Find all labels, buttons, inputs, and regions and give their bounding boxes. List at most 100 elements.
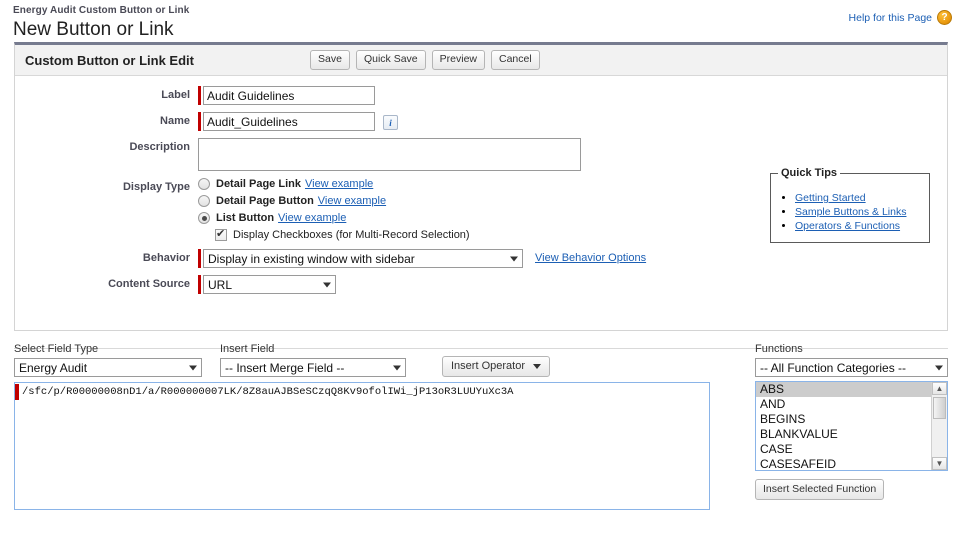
list-item[interactable]: BEGINS <box>756 412 931 427</box>
name-row: Name i <box>15 112 947 131</box>
functions-scrollbar[interactable]: ▲ ▼ <box>931 382 947 470</box>
radio-icon[interactable] <box>198 178 210 190</box>
help-for-this-page[interactable]: Help for this Page ? <box>849 10 952 25</box>
quick-save-button[interactable]: Quick Save <box>355 50 426 70</box>
radio-icon-selected[interactable] <box>198 212 210 224</box>
question-mark-icon[interactable]: ? <box>937 10 952 25</box>
save-button[interactable]: Save <box>310 50 350 70</box>
panel-title: Custom Button or Link Edit <box>25 52 194 68</box>
scrollbar-thumb[interactable] <box>933 397 946 419</box>
list-item[interactable]: BLANKVALUE <box>756 427 931 442</box>
radio-label: List Button <box>216 212 275 224</box>
description-field-wrap <box>198 138 581 171</box>
insert-merge-field-select[interactable]: -- Insert Merge Field -- <box>220 358 406 377</box>
checkbox-icon[interactable] <box>215 228 227 241</box>
view-behavior-options-link[interactable]: View Behavior Options <box>535 249 646 264</box>
functions-panel: Functions -- All Function Categories -- … <box>755 343 948 500</box>
field-type-selected-value: Energy Audit <box>19 360 88 375</box>
radio-option-list-button[interactable]: List Button View example <box>198 212 470 224</box>
insert-field-label: Insert Field <box>220 343 275 355</box>
quick-tips-box: Quick Tips Getting Started Sample Button… <box>770 167 930 243</box>
content-source-select[interactable]: URL <box>203 275 336 294</box>
display-type-options: Detail Page Link View example Detail Pag… <box>198 178 470 241</box>
formula-editor-section: Select Field Type Energy Audit Insert Fi… <box>14 343 948 523</box>
info-icon[interactable]: i <box>383 115 398 130</box>
behavior-select[interactable]: Display in existing window with sidebar <box>203 249 523 268</box>
preview-button[interactable]: Preview <box>431 50 485 70</box>
help-link[interactable]: Help for this Page <box>849 12 932 24</box>
insert-selected-function-button[interactable]: Insert Selected Function <box>755 479 885 500</box>
chevron-down-icon <box>189 365 197 370</box>
field-type-select[interactable]: Energy Audit <box>14 358 202 377</box>
radio-icon[interactable] <box>198 195 210 207</box>
view-example-link[interactable]: View example <box>318 195 386 207</box>
page-header: Energy Audit Custom Button or Link New B… <box>0 0 962 42</box>
quick-tip-link-sample-buttons[interactable]: Sample Buttons & Links <box>795 206 906 218</box>
view-example-link[interactable]: View example <box>305 178 373 190</box>
label-field-label: Label <box>161 89 190 101</box>
content-source-row: Content Source URL <box>15 275 947 294</box>
select-field-type-group: Select Field Type Energy Audit <box>14 343 202 377</box>
scroll-down-icon[interactable]: ▼ <box>932 457 947 470</box>
radio-option-detail-page-button[interactable]: Detail Page Button View example <box>198 195 470 207</box>
required-indicator <box>198 112 201 131</box>
content-source-label: Content Source <box>108 278 190 290</box>
quick-tips-list: Getting Started Sample Buttons & Links O… <box>777 192 923 232</box>
list-item[interactable]: CASE <box>756 442 931 457</box>
label-input[interactable] <box>203 86 375 105</box>
behavior-label: Behavior <box>142 252 190 264</box>
display-checkboxes-label: Display Checkboxes (for Multi-Record Sel… <box>233 229 470 241</box>
radio-option-detail-page-link[interactable]: Detail Page Link View example <box>198 178 470 190</box>
panel-action-buttons: Save Quick Save Preview Cancel <box>310 50 540 70</box>
cancel-button[interactable]: Cancel <box>491 50 540 70</box>
name-field-wrap: i <box>198 112 398 131</box>
breadcrumb: Energy Audit Custom Button or Link <box>13 5 190 16</box>
function-category-select[interactable]: -- All Function Categories -- <box>755 358 948 377</box>
view-example-link[interactable]: View example <box>278 212 346 224</box>
description-textarea[interactable] <box>198 138 581 171</box>
formula-textarea-wrapper[interactable]: /sfc/p/R00000008nD1/a/R000000007LK/8Z8au… <box>14 382 710 510</box>
chevron-down-icon <box>323 282 331 287</box>
label-field-wrap <box>198 86 375 105</box>
required-indicator <box>198 86 201 105</box>
label-row: Label <box>15 86 947 105</box>
function-category-value: -- All Function Categories -- <box>760 360 907 375</box>
radio-label: Detail Page Link <box>216 178 301 190</box>
quick-tip-link-getting-started[interactable]: Getting Started <box>795 192 866 204</box>
list-item[interactable]: CASESAFEID <box>756 457 931 470</box>
insert-field-group: Insert Field -- Insert Merge Field -- <box>220 343 406 377</box>
panel-body: Label Name i Description Display Type <box>15 76 947 330</box>
insert-operator-group: Insert Operator <box>442 356 550 377</box>
list-item[interactable]: Sample Buttons & Links <box>795 206 923 218</box>
list-item[interactable]: Getting Started <box>795 192 923 204</box>
list-item[interactable]: Operators & Functions <box>795 220 923 232</box>
quick-tip-link-operators-functions[interactable]: Operators & Functions <box>795 220 900 232</box>
behavior-field-wrap: Display in existing window with sidebar … <box>198 249 646 268</box>
scroll-up-icon[interactable]: ▲ <box>932 382 947 395</box>
custom-button-edit-panel: Custom Button or Link Edit Save Quick Sa… <box>14 42 948 331</box>
behavior-row: Behavior Display in existing window with… <box>15 249 947 268</box>
select-field-type-label: Select Field Type <box>14 343 99 355</box>
required-indicator <box>198 249 201 268</box>
functions-label: Functions <box>755 343 803 355</box>
list-item[interactable]: AND <box>756 397 931 412</box>
chevron-down-icon <box>393 365 401 370</box>
name-field-label: Name <box>160 115 190 127</box>
required-indicator <box>198 275 201 294</box>
chevron-down-icon <box>510 256 518 261</box>
list-item[interactable]: ABS <box>756 382 931 397</box>
page-title: New Button or Link <box>13 19 174 40</box>
display-type-label: Display Type <box>122 181 190 193</box>
description-field-label: Description <box>129 141 190 153</box>
quick-tips-legend: Quick Tips <box>778 167 841 179</box>
panel-header: Custom Button or Link Edit Save Quick Sa… <box>15 45 947 76</box>
name-input[interactable] <box>203 112 375 131</box>
content-source-field-wrap: URL <box>198 275 336 294</box>
formula-textarea[interactable]: /sfc/p/R00000008nD1/a/R000000007LK/8Z8au… <box>19 383 709 509</box>
insert-operator-button[interactable]: Insert Operator <box>442 356 550 377</box>
chevron-down-icon <box>935 365 943 370</box>
display-checkboxes-option[interactable]: Display Checkboxes (for Multi-Record Sel… <box>215 228 470 241</box>
insert-operator-label: Insert Operator <box>451 360 525 372</box>
radio-label: Detail Page Button <box>216 195 314 207</box>
functions-listbox[interactable]: ABS AND BEGINS BLANKVALUE CASE CASESAFEI… <box>755 381 948 471</box>
